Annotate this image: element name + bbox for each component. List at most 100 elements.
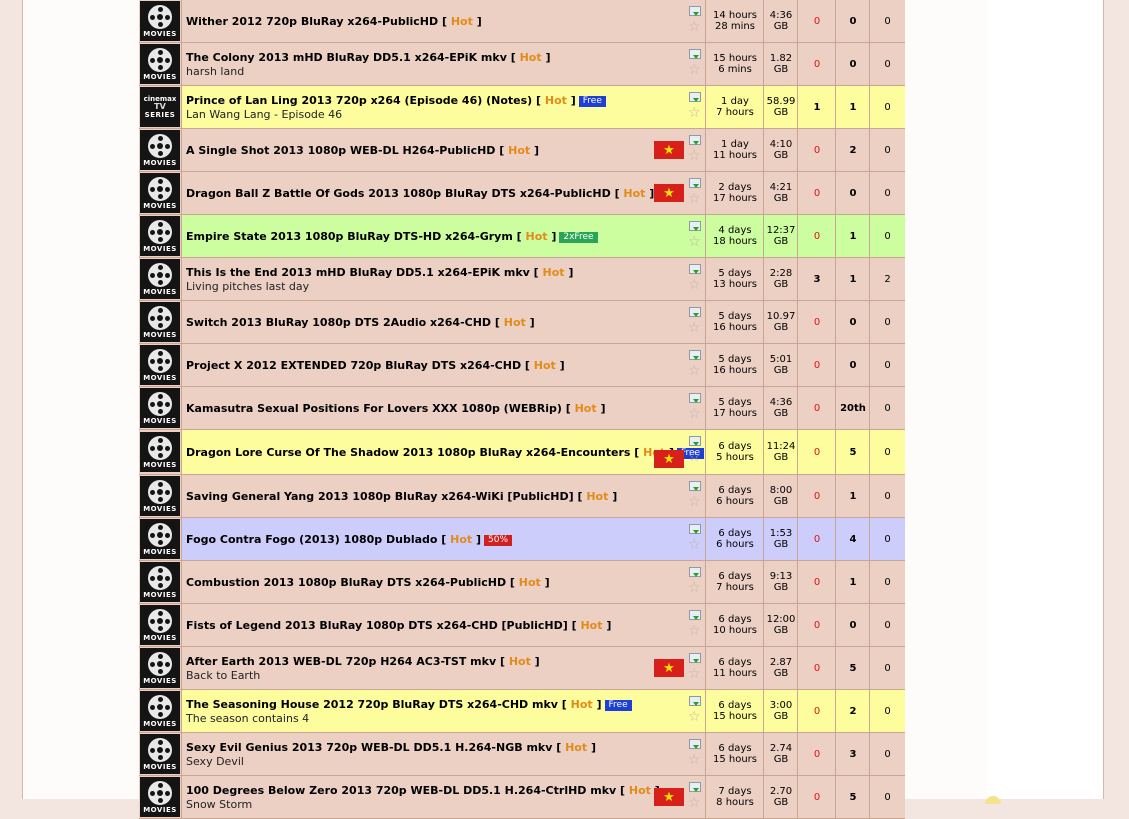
film-reel-icon[interactable]: MOVIES (140, 519, 180, 559)
star-icon[interactable]: ☆ (688, 364, 701, 378)
star-icon[interactable]: ☆ (688, 235, 701, 249)
leechers-cell[interactable]: 0 (835, 172, 870, 214)
torrent-title-text[interactable]: Kamasutra Sexual Positions For Lovers XX… (186, 402, 566, 415)
film-reel-icon[interactable]: MOVIES (140, 562, 180, 602)
download-icon[interactable] (689, 610, 701, 620)
download-icon[interactable] (689, 524, 701, 534)
film-reel-icon[interactable]: MOVIES (140, 44, 180, 84)
leechers-cell[interactable]: 5 (835, 430, 870, 474)
download-icon[interactable] (689, 393, 701, 403)
torrent-title[interactable]: Switch 2013 BluRay 1080p DTS 2Audio x264… (186, 316, 662, 329)
torrent-row[interactable]: MOVIES A Single Shot 2013 1080p WEB-DL H… (139, 129, 905, 172)
torrent-title-text[interactable]: Empire State 2013 1080p BluRay DTS-HD x2… (186, 230, 517, 243)
star-icon[interactable]: ☆ (688, 321, 701, 335)
category-cell[interactable]: MOVIES (139, 647, 182, 689)
category-cell[interactable]: MOVIES (139, 0, 182, 42)
torrent-title-text[interactable]: Saving General Yang 2013 1080p BluRay x2… (186, 490, 577, 503)
download-icon[interactable] (689, 92, 701, 102)
torrent-title[interactable]: This Is the End 2013 mHD BluRay DD5.1 x2… (186, 266, 662, 279)
seeders-cell[interactable]: 0 (797, 690, 836, 732)
leechers-cell[interactable]: 20th (835, 387, 870, 429)
torrent-title-text[interactable]: This Is the End 2013 mHD BluRay DD5.1 x2… (186, 266, 534, 279)
torrent-row[interactable]: MOVIES This Is the End 2013 mHD BluRay D… (139, 258, 905, 301)
seeders-cell[interactable]: 1 (797, 86, 836, 128)
star-icon[interactable]: ☆ (688, 667, 701, 681)
category-cell[interactable]: MOVIES (139, 344, 182, 386)
leechers-cell[interactable]: 0 (835, 604, 870, 646)
torrent-title[interactable]: Prince of Lan Ling 2013 720p x264 (Episo… (186, 94, 662, 107)
seeders-cell[interactable]: 0 (797, 475, 836, 517)
download-icon[interactable] (689, 6, 701, 16)
seeders-cell[interactable]: 0 (797, 129, 836, 171)
torrent-title[interactable]: Dragon Ball Z Battle Of Gods 2013 1080p … (186, 187, 662, 200)
film-reel-icon[interactable]: MOVIES (140, 648, 180, 688)
film-reel-icon[interactable]: MOVIES (140, 691, 180, 731)
leechers-cell[interactable]: 1 (835, 475, 870, 517)
star-icon[interactable]: ☆ (688, 495, 701, 509)
download-icon[interactable] (689, 307, 701, 317)
star-icon[interactable]: ☆ (688, 538, 701, 552)
torrent-title[interactable]: Fogo Contra Fogo (2013) 1080p Dublado [ … (186, 533, 662, 546)
category-cell[interactable]: MOVIES (139, 690, 182, 732)
star-icon[interactable]: ☆ (688, 63, 701, 77)
download-icon[interactable] (689, 49, 701, 59)
download-icon[interactable] (689, 221, 701, 231)
category-cell[interactable]: MOVIES (139, 475, 182, 517)
torrent-row[interactable]: MOVIES Combustion 2013 1080p BluRay DTS … (139, 561, 905, 604)
film-reel-icon[interactable]: MOVIES (140, 302, 180, 342)
leechers-cell[interactable]: 0 (835, 301, 870, 343)
star-icon[interactable]: ☆ (688, 753, 701, 767)
torrent-row[interactable]: MOVIES The Seasoning House 2012 720p Blu… (139, 690, 905, 733)
torrent-title[interactable]: Dragon Lore Curse Of The Shadow 2013 108… (186, 446, 705, 459)
star-icon[interactable]: ☆ (688, 278, 701, 292)
torrent-row[interactable]: MOVIES Empire State 2013 1080p BluRay DT… (139, 215, 905, 258)
leechers-cell[interactable]: 0 (835, 344, 870, 386)
seeders-cell[interactable]: 0 (797, 604, 836, 646)
download-icon[interactable] (689, 481, 701, 491)
star-icon[interactable]: ☆ (688, 192, 701, 206)
seeders-cell[interactable]: 0 (797, 518, 836, 560)
torrent-title-text[interactable]: Combustion 2013 1080p BluRay DTS x264-Pu… (186, 576, 510, 589)
seeders-cell[interactable]: 0 (797, 430, 836, 474)
category-cell[interactable]: cinemax TV SERIES (139, 86, 182, 128)
torrent-title-text[interactable]: Switch 2013 BluRay 1080p DTS 2Audio x264… (186, 316, 495, 329)
torrent-row[interactable]: cinemax TV SERIES Prince of Lan Ling 2013 … (139, 86, 905, 129)
film-reel-icon[interactable]: MOVIES (140, 734, 180, 774)
leechers-cell[interactable]: 1 (835, 561, 870, 603)
film-reel-icon[interactable]: MOVIES (140, 130, 180, 170)
seeders-cell[interactable]: 3 (797, 258, 836, 300)
leechers-cell[interactable]: 4 (835, 518, 870, 560)
torrent-title-text[interactable]: Dragon Lore Curse Of The Shadow 2013 108… (186, 446, 634, 459)
torrent-title-text[interactable]: Dragon Ball Z Battle Of Gods 2013 1080p … (186, 187, 615, 200)
tv-series-icon[interactable]: cinemax TV SERIES (140, 87, 180, 127)
torrent-row[interactable]: MOVIES Fists of Legend 2013 BluRay 1080p… (139, 604, 905, 647)
download-icon[interactable] (689, 264, 701, 274)
category-cell[interactable]: MOVIES (139, 604, 182, 646)
film-reel-icon[interactable]: MOVIES (140, 345, 180, 385)
torrent-row[interactable]: MOVIES Fogo Contra Fogo (2013) 1080p Dub… (139, 518, 905, 561)
torrent-title-text[interactable]: Prince of Lan Ling 2013 720p x264 (Episo… (186, 94, 536, 107)
torrent-title[interactable]: Sexy Evil Genius 2013 720p WEB-DL DD5.1 … (186, 741, 662, 754)
download-icon[interactable] (689, 350, 701, 360)
download-icon[interactable] (689, 135, 701, 145)
download-icon[interactable] (689, 696, 701, 706)
torrent-row[interactable]: MOVIES Switch 2013 BluRay 1080p DTS 2Aud… (139, 301, 905, 344)
film-reel-icon[interactable]: MOVIES (140, 605, 180, 645)
torrent-row[interactable]: MOVIES After Earth 2013 WEB-DL 720p H264… (139, 647, 905, 690)
film-reel-icon[interactable]: MOVIES (140, 432, 180, 472)
seeders-cell[interactable]: 0 (797, 776, 836, 818)
category-cell[interactable]: MOVIES (139, 172, 182, 214)
category-cell[interactable]: MOVIES (139, 258, 182, 300)
torrent-row[interactable]: MOVIES Dragon Ball Z Battle Of Gods 2013… (139, 172, 905, 215)
leechers-cell[interactable]: 5 (835, 647, 870, 689)
seeders-cell[interactable]: 0 (797, 215, 836, 257)
download-icon[interactable] (689, 178, 701, 188)
category-cell[interactable]: MOVIES (139, 43, 182, 85)
seeders-cell[interactable]: 0 (797, 172, 836, 214)
torrent-title[interactable]: Combustion 2013 1080p BluRay DTS x264-Pu… (186, 576, 662, 589)
film-reel-icon[interactable]: MOVIES (140, 777, 180, 817)
torrent-title-text[interactable]: Wither 2012 720p BluRay x264-PublicHD (186, 15, 442, 28)
seeders-cell[interactable]: 0 (797, 387, 836, 429)
torrent-title[interactable]: Project X 2012 EXTENDED 720p BluRay DTS … (186, 359, 662, 372)
category-cell[interactable]: MOVIES (139, 387, 182, 429)
